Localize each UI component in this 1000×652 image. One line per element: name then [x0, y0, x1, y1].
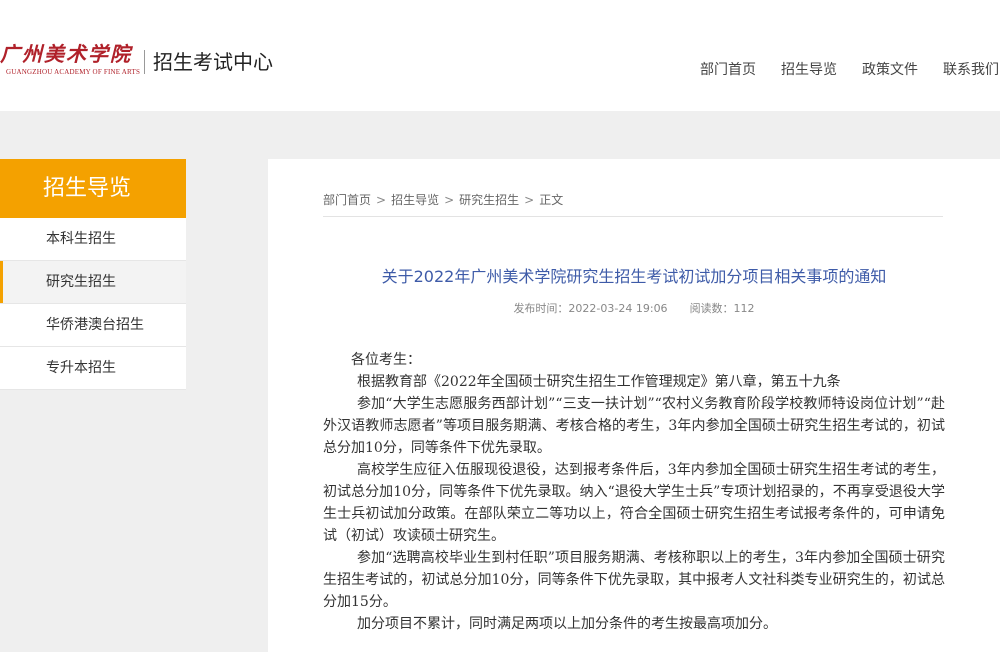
breadcrumb-separator: >	[444, 193, 455, 207]
sidebar-title: 招生导览	[0, 159, 186, 218]
sidebar: 招生导览 本科生招生 研究生招生 华侨港澳台招生 专升本招生	[0, 159, 186, 390]
article-meta: 发布时间：2022-03-24 19:06 阅读数：112	[268, 300, 1000, 316]
breadcrumb-admissions-guide[interactable]: 招生导览	[391, 191, 439, 208]
sidebar-item-overseas[interactable]: 华侨港澳台招生	[0, 304, 186, 347]
top-nav: 部门首页 招生导览 政策文件 联系我们	[0, 60, 1000, 80]
nav-admissions-guide[interactable]: 招生导览	[781, 60, 837, 80]
breadcrumb-home[interactable]: 部门首页	[323, 191, 371, 208]
site-header: 广州美术学院 GUANGZHOU ACADEMY OF FINE ARTS 招生…	[0, 0, 1000, 111]
breadcrumb-separator: >	[376, 193, 387, 207]
article-paragraph: 根据教育部《2022年全国硕士研究生招生工作管理规定》第八章，第五十九条	[357, 374, 841, 390]
article-paragraph: 加分项目不累计，同时满足两项以上加分条件的考生按最高项加分。	[357, 616, 777, 632]
breadcrumb: 部门首页 > 招生导览 > 研究生招生 > 正文	[323, 191, 563, 208]
nav-policy-files[interactable]: 政策文件	[862, 60, 918, 80]
sidebar-item-graduate[interactable]: 研究生招生	[0, 261, 186, 304]
article-paragraph: 各位考生：	[351, 352, 421, 368]
view-count: 阅读数：112	[689, 302, 755, 315]
publish-time: 发布时间：2022-03-24 19:06	[513, 302, 668, 315]
article-paragraph: 参加“选聘高校毕业生到村任职”项目服务期满、考核称职以上的考生，3年内参加全国硕…	[323, 550, 945, 610]
breadcrumb-separator: >	[524, 193, 535, 207]
breadcrumb-divider	[323, 216, 943, 217]
article-paragraph: 高校学生应征入伍服现役退役，达到报考条件后，3年内参加全国硕士研究生招生考试的考…	[323, 462, 945, 544]
nav-contact-us[interactable]: 联系我们	[943, 60, 999, 80]
sidebar-item-upgrade[interactable]: 专升本招生	[0, 347, 186, 390]
sidebar-item-undergraduate[interactable]: 本科生招生	[0, 218, 186, 261]
breadcrumb-graduate[interactable]: 研究生招生	[459, 191, 519, 208]
article-panel: 部门首页 > 招生导览 > 研究生招生 > 正文 关于2022年广州美术学院研究生招生考试初…	[268, 159, 1000, 652]
nav-home[interactable]: 部门首页	[700, 60, 756, 80]
article-paragraph: 参加“大学生志愿服务西部计划”“三支一扶计划”“农村义务教育阶段学校教师特设岗位…	[323, 396, 945, 456]
breadcrumb-current: 正文	[539, 193, 564, 207]
article-body: 各位考生： 根据教育部《2022年全国硕士研究生招生工作管理规定》第八章，第五十…	[323, 349, 945, 635]
article-title: 关于2022年广州美术学院研究生招生考试初试加分项目相关事项的通知	[381, 267, 887, 286]
